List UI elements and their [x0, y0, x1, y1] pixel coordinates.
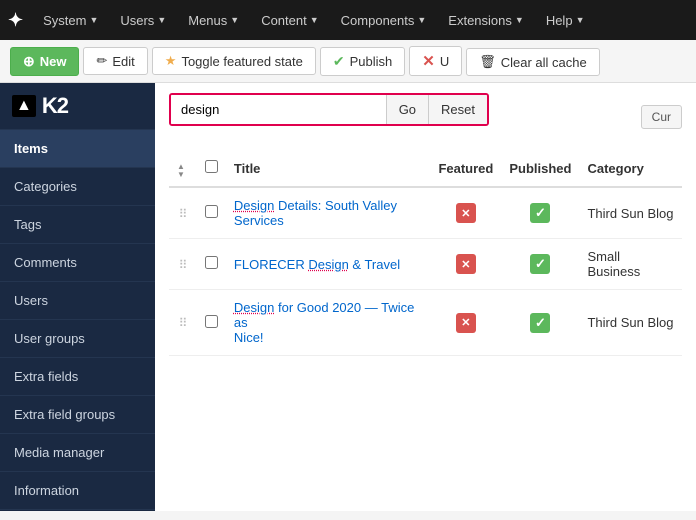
- trash-icon: 🗑: [479, 54, 496, 70]
- nav-extensions[interactable]: Extensions ▼: [438, 9, 534, 32]
- drag-handle-icon[interactable]: ⠿: [179, 258, 188, 272]
- main-layout: ▲ K2 Items Categories Tags Comments User…: [0, 83, 696, 511]
- sidebar-item-categories[interactable]: Categories: [0, 168, 155, 206]
- item-title-link[interactable]: FLORECER Design & Travel: [234, 257, 400, 272]
- item-title-link[interactable]: Design for Good 2020 — Twice as Nice!: [234, 300, 414, 345]
- search-go-button[interactable]: Go: [386, 95, 428, 124]
- unpublish-button[interactable]: ✕ U: [409, 46, 462, 76]
- sidebar-item-users[interactable]: Users: [0, 282, 155, 320]
- caret-icon: ▼: [417, 15, 426, 25]
- clear-cache-button[interactable]: 🗑 Clear all cache: [466, 48, 600, 76]
- table-row: ⠿ Design for Good 2020 — Twice as Nice!: [169, 290, 682, 356]
- nav-components[interactable]: Components ▼: [331, 9, 437, 32]
- sidebar-item-user-groups[interactable]: User groups: [0, 320, 155, 358]
- caret-icon: ▼: [310, 15, 319, 25]
- sidebar-item-extra-field-groups[interactable]: Extra field groups: [0, 396, 155, 434]
- caret-icon: ▼: [515, 15, 524, 25]
- joomla-logo: ✦: [8, 10, 23, 31]
- cur-button[interactable]: Cur: [641, 105, 682, 129]
- featured-status-icon[interactable]: [456, 254, 476, 274]
- sidebar-item-settings[interactable]: Settings: [0, 510, 155, 511]
- col-published: Published: [501, 150, 579, 187]
- col-featured: Featured: [430, 150, 501, 187]
- drag-handle-icon[interactable]: ⠿: [179, 207, 188, 221]
- search-bar: Go Reset: [169, 93, 489, 126]
- published-status-icon[interactable]: [530, 254, 550, 274]
- row-checkbox[interactable]: [205, 315, 218, 328]
- caret-icon: ▼: [157, 15, 166, 25]
- drag-handle-icon[interactable]: ⠿: [179, 316, 188, 330]
- star-icon: ★: [165, 53, 177, 69]
- new-button[interactable]: ⊕ New: [10, 47, 79, 76]
- caret-icon: ▼: [230, 15, 239, 25]
- col-category: Category: [579, 150, 682, 187]
- featured-status-icon[interactable]: [456, 203, 476, 223]
- featured-status-icon[interactable]: [456, 313, 476, 333]
- brand-text: K2: [42, 93, 68, 119]
- brand-icon: ▲: [12, 95, 36, 117]
- toggle-featured-button[interactable]: ★ Toggle featured state: [152, 47, 316, 75]
- item-title-link[interactable]: Design Details: South Valley Services: [234, 198, 397, 228]
- nav-system[interactable]: System ▼: [33, 9, 108, 32]
- sidebar-item-extra-fields[interactable]: Extra fields: [0, 358, 155, 396]
- sidebar-brand: ▲ K2: [0, 83, 155, 130]
- row-checkbox[interactable]: [205, 256, 218, 269]
- category-cell: Third Sun Blog: [579, 290, 682, 356]
- x-icon: ✕: [422, 52, 435, 70]
- row-checkbox[interactable]: [205, 205, 218, 218]
- search-reset-button[interactable]: Reset: [428, 95, 487, 124]
- check-icon: ✔: [333, 53, 345, 70]
- nav-users[interactable]: Users ▼: [110, 9, 176, 32]
- publish-button[interactable]: ✔ Publish: [320, 47, 405, 76]
- published-status-icon[interactable]: [530, 313, 550, 333]
- edit-icon: ✏: [96, 53, 107, 69]
- category-cell: Third Sun Blog: [579, 187, 682, 239]
- nav-help[interactable]: Help ▼: [536, 9, 595, 32]
- toolbar: ⊕ New ✏ Edit ★ Toggle featured state ✔ P…: [0, 40, 696, 83]
- sidebar-item-information[interactable]: Information: [0, 472, 155, 510]
- content-area: Go Reset Cur ▲ ▼: [155, 83, 696, 511]
- plus-icon: ⊕: [23, 53, 35, 70]
- top-navigation: ✦ System ▼ Users ▼ Menus ▼ Content ▼ Com…: [0, 0, 696, 40]
- edit-button[interactable]: ✏ Edit: [83, 47, 147, 75]
- caret-icon: ▼: [576, 15, 585, 25]
- table-row: ⠿ Design Details: South Valley Services: [169, 187, 682, 239]
- sort-icon[interactable]: ▲ ▼: [177, 163, 185, 179]
- items-table: ▲ ▼ Title Featured Published: [169, 150, 682, 356]
- nav-content[interactable]: Content ▼: [251, 9, 328, 32]
- table-row: ⠿ FLORECER Design & Travel: [169, 239, 682, 290]
- caret-icon: ▼: [89, 15, 98, 25]
- sidebar-item-comments[interactable]: Comments: [0, 244, 155, 282]
- nav-menus[interactable]: Menus ▼: [178, 9, 249, 32]
- search-input[interactable]: [171, 95, 386, 124]
- sidebar-item-media-manager[interactable]: Media manager: [0, 434, 155, 472]
- select-all-checkbox[interactable]: [205, 160, 218, 173]
- sidebar-item-items[interactable]: Items: [0, 130, 155, 168]
- category-cell: Small Business: [579, 239, 682, 290]
- published-status-icon[interactable]: [530, 203, 550, 223]
- col-title: Title: [226, 150, 431, 187]
- sidebar-item-tags[interactable]: Tags: [0, 206, 155, 244]
- sidebar: ▲ K2 Items Categories Tags Comments User…: [0, 83, 155, 511]
